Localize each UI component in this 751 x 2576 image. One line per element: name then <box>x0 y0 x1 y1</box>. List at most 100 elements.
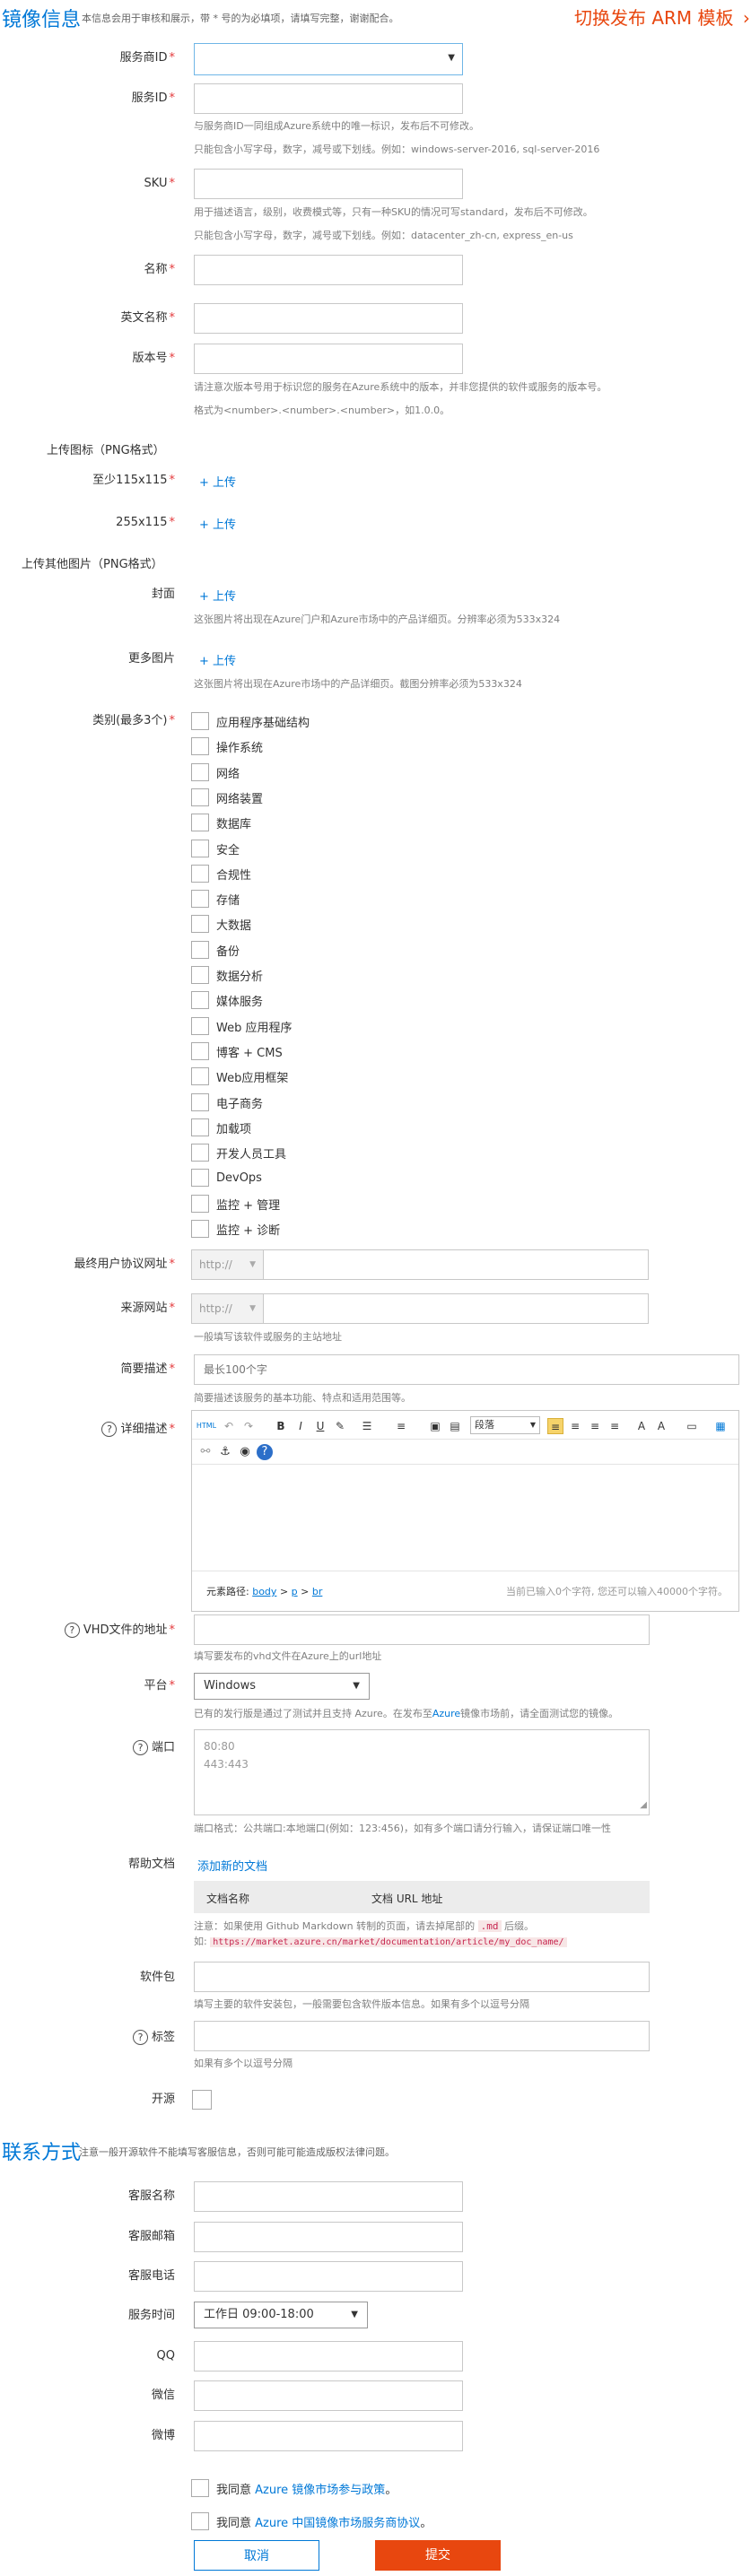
category-checkbox[interactable] <box>191 865 209 883</box>
category-item[interactable]: 数据分析 <box>191 965 263 985</box>
category-item[interactable]: 博客 + CMS <box>191 1041 283 1061</box>
horizontal-rule-icon[interactable]: ▭ <box>684 1418 700 1434</box>
upload-icon-2-button[interactable]: + 上传 <box>199 515 236 532</box>
category-item[interactable]: 加载项 <box>191 1118 251 1137</box>
category-checkbox[interactable] <box>191 1042 209 1060</box>
rich-text-editor[interactable]: HTML ↶ ↷ B I U ✎ ☰ ≡ ▣ ▤ 段落 ▼ ≡ ≡ ≡ ≡ A A… <box>191 1410 739 1612</box>
category-checkbox[interactable] <box>191 1220 209 1238</box>
brief-input[interactable] <box>194 1354 739 1385</box>
category-checkbox[interactable] <box>191 1195 209 1213</box>
eula-protocol-select[interactable]: http://▼ <box>191 1249 263 1280</box>
bold-icon[interactable]: B <box>273 1418 289 1434</box>
agreement-2-checkbox[interactable] <box>191 2512 209 2530</box>
category-item[interactable]: 网络装置 <box>191 788 263 807</box>
opensource-checkbox[interactable] <box>192 2090 212 2110</box>
add-doc-link[interactable]: 添加新的文档 <box>197 1857 267 1874</box>
path-body-link[interactable]: body <box>252 1586 276 1597</box>
image-icon[interactable]: ▣ <box>427 1418 443 1434</box>
service-hours-select[interactable]: 工作日 09:00-18:00 ▼ <box>194 2302 368 2328</box>
switch-arm-template-link[interactable]: 切换发布 ARM 模板 › <box>574 4 750 30</box>
category-checkbox[interactable] <box>191 1017 209 1035</box>
category-item[interactable]: 开发人员工具 <box>191 1143 286 1162</box>
source-site-protocol-select[interactable]: http://▼ <box>191 1293 263 1324</box>
weibo-input[interactable] <box>194 2421 463 2451</box>
redo-icon[interactable]: ↷ <box>240 1418 257 1434</box>
english-name-input[interactable] <box>194 303 463 334</box>
packages-input[interactable] <box>194 1962 650 1992</box>
wechat-input[interactable] <box>194 2380 463 2411</box>
category-item[interactable]: 网络 <box>191 762 240 782</box>
html-source-icon[interactable]: HTML <box>196 1418 217 1434</box>
category-item[interactable]: 操作系统 <box>191 736 263 756</box>
search-replace-icon[interactable]: ◉ <box>237 1444 253 1460</box>
align-justify-icon[interactable]: ≡ <box>607 1418 623 1434</box>
help-icon[interactable]: ? <box>132 1740 148 1755</box>
category-item[interactable]: Web应用框架 <box>191 1066 288 1086</box>
preview-icon[interactable]: ▦ <box>712 1418 729 1434</box>
category-item[interactable]: 安全 <box>191 839 240 858</box>
category-item[interactable]: 大数据 <box>191 914 251 934</box>
sku-input[interactable] <box>194 169 463 199</box>
help-icon[interactable]: ? <box>132 2030 148 2045</box>
help-icon[interactable]: ? <box>64 1623 80 1638</box>
platform-select[interactable]: Windows ▼ <box>194 1673 370 1700</box>
align-right-icon[interactable]: ≡ <box>587 1418 603 1434</box>
category-checkbox[interactable] <box>191 991 209 1009</box>
path-br-link[interactable]: br <box>312 1586 323 1597</box>
category-item[interactable]: 备份 <box>191 940 240 960</box>
unordered-list-icon[interactable]: ≡ <box>393 1418 409 1434</box>
category-item[interactable]: DevOps <box>191 1168 262 1188</box>
undo-icon[interactable]: ↶ <box>221 1418 237 1434</box>
azure-link[interactable]: Azure <box>432 1708 460 1719</box>
category-item[interactable]: 存储 <box>191 889 240 909</box>
align-center-icon[interactable]: ≡ <box>567 1418 583 1434</box>
eula-url-input[interactable] <box>263 1249 649 1280</box>
qq-input[interactable] <box>194 2341 463 2371</box>
link-icon[interactable]: ⚯ <box>197 1444 214 1460</box>
vendor-agreement-link[interactable]: Azure 中国镜像市场服务商协议 <box>255 2517 420 2530</box>
cancel-button[interactable]: 取消 <box>194 2540 319 2571</box>
category-checkbox[interactable] <box>191 737 209 755</box>
category-item[interactable]: Web 应用程序 <box>191 1016 292 1036</box>
font-size-select[interactable]: 段落 ▼ <box>470 1416 540 1434</box>
path-p-link[interactable]: p <box>292 1586 298 1597</box>
category-checkbox[interactable] <box>191 915 209 933</box>
upload-cover-button[interactable]: + 上传 <box>199 587 236 604</box>
contact-name-input[interactable] <box>194 2181 463 2212</box>
vendor-id-select[interactable]: ▼ <box>194 43 463 75</box>
version-input[interactable] <box>194 344 463 374</box>
service-id-input[interactable] <box>194 83 463 114</box>
category-item[interactable]: 电子商务 <box>191 1092 263 1112</box>
help-icon[interactable]: ? <box>257 1444 273 1460</box>
upload-icon-1-button[interactable]: + 上传 <box>199 473 236 490</box>
name-input[interactable] <box>194 255 463 285</box>
ordered-list-icon[interactable]: ☰ <box>359 1418 375 1434</box>
eraser-icon[interactable]: ✎ <box>332 1418 348 1434</box>
marketplace-policy-link[interactable]: Azure 镜像市场参与政策 <box>255 2484 385 2497</box>
submit-button[interactable]: 提交 <box>375 2540 501 2571</box>
category-item[interactable]: 合规性 <box>191 864 251 883</box>
category-checkbox[interactable] <box>191 1144 209 1162</box>
vhd-url-input[interactable] <box>194 1614 650 1645</box>
category-checkbox[interactable] <box>191 1067 209 1085</box>
category-item[interactable]: 监控 + 诊断 <box>191 1219 280 1239</box>
format-clear-icon[interactable]: A <box>633 1418 650 1434</box>
category-checkbox[interactable] <box>191 788 209 806</box>
category-checkbox[interactable] <box>191 1169 209 1187</box>
italic-icon[interactable]: I <box>293 1418 309 1434</box>
editor-body[interactable] <box>192 1465 738 1571</box>
help-icon[interactable]: ? <box>101 1422 118 1437</box>
category-checkbox[interactable] <box>191 941 209 959</box>
ports-textarea[interactable]: 80:80 443:443 ◢ <box>194 1729 650 1815</box>
category-item[interactable]: 应用程序基础结构 <box>191 711 310 731</box>
underline-icon[interactable]: U <box>312 1418 328 1434</box>
category-checkbox[interactable] <box>191 763 209 781</box>
source-site-url-input[interactable] <box>263 1293 649 1324</box>
contact-phone-input[interactable] <box>194 2261 463 2292</box>
category-checkbox[interactable] <box>191 890 209 908</box>
category-item[interactable]: 数据库 <box>191 813 251 832</box>
category-checkbox[interactable] <box>191 814 209 831</box>
anchor-icon[interactable]: ⚓ <box>217 1444 233 1460</box>
category-checkbox[interactable] <box>191 1118 209 1136</box>
agreement-1-checkbox[interactable] <box>191 2479 209 2497</box>
